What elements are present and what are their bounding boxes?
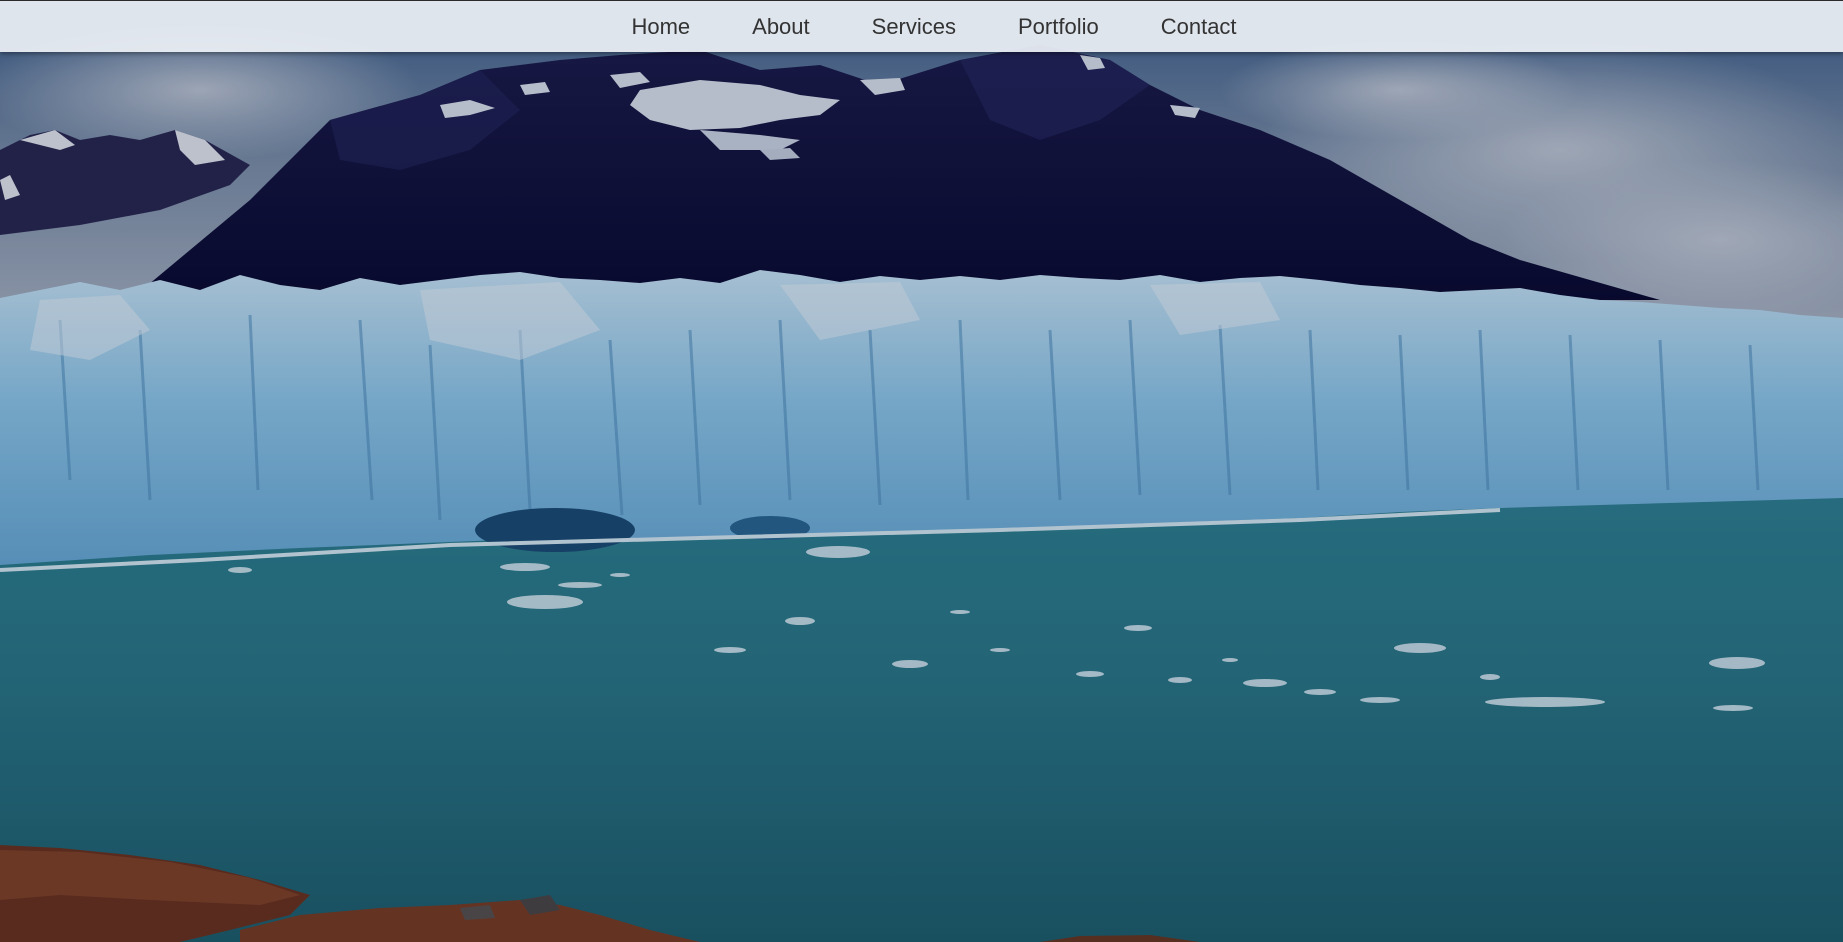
nav-link-home[interactable]: Home <box>600 1 721 53</box>
hero-background-image <box>0 0 1843 942</box>
nav-link-services[interactable]: Services <box>841 1 987 53</box>
nav-link-about[interactable]: About <box>721 1 841 53</box>
page: Home About Services Portfolio Contact <box>0 0 1843 942</box>
nav-link-contact[interactable]: Contact <box>1130 1 1268 53</box>
top-navbar: Home About Services Portfolio Contact <box>0 0 1843 52</box>
nav-link-portfolio[interactable]: Portfolio <box>987 1 1130 53</box>
nav-menu: Home About Services Portfolio Contact <box>575 1 1267 53</box>
